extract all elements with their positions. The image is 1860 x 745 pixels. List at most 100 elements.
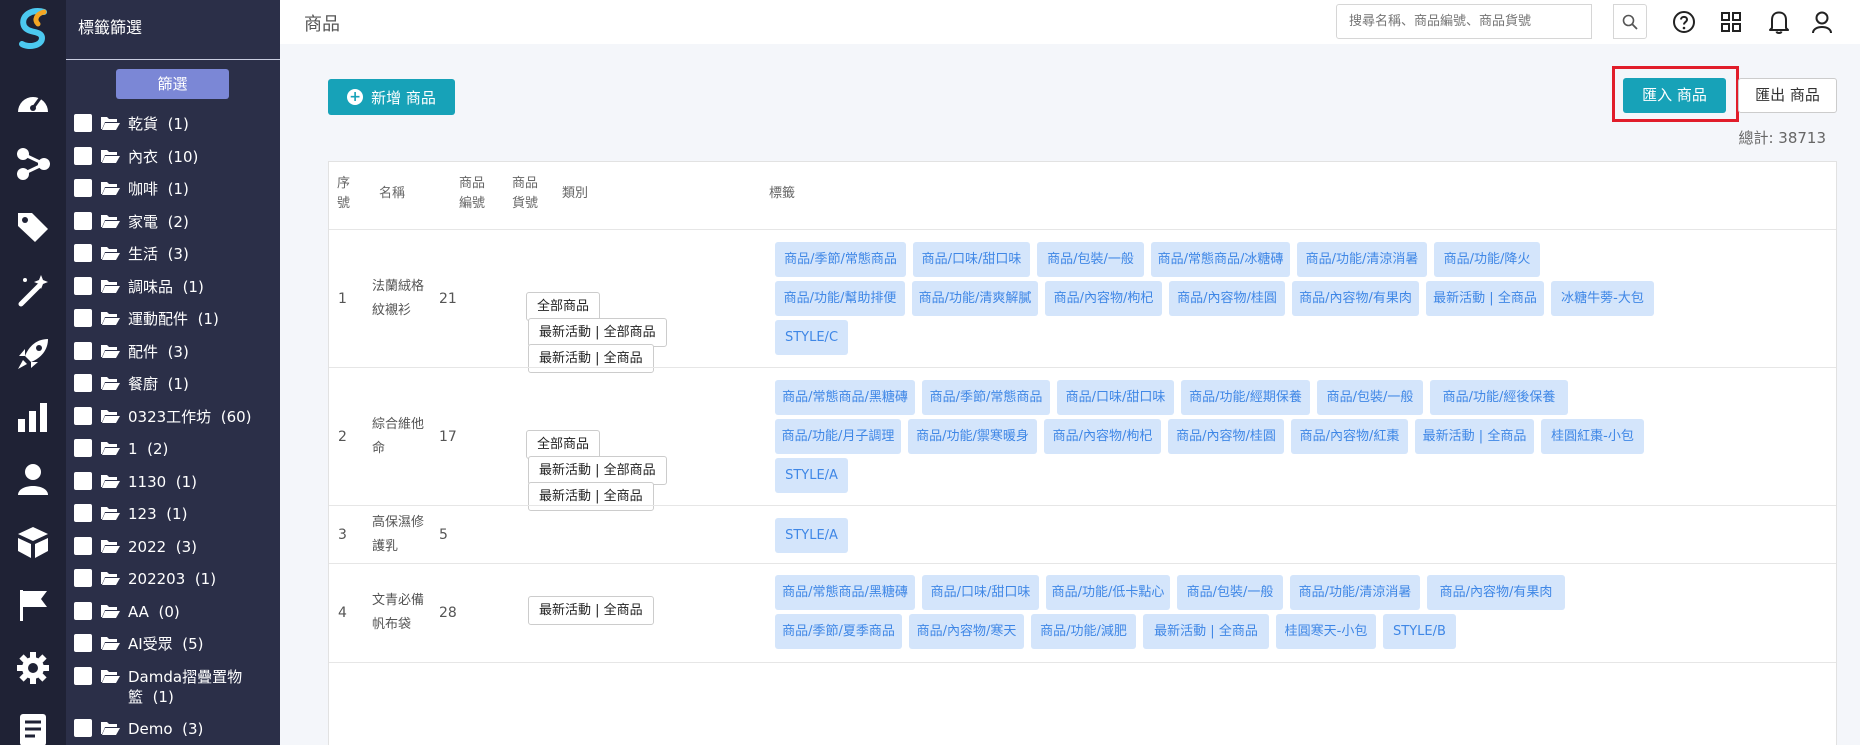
folder-open-icon — [101, 377, 120, 390]
tag-icon[interactable] — [9, 203, 57, 251]
category-badge: 最新活動 | 全商品 — [528, 344, 654, 373]
folder-open-icon — [101, 572, 120, 585]
tag-label: 運動配件 — [128, 310, 189, 328]
tag-filter-item[interactable]: 1 (2) — [66, 433, 280, 466]
tag-checkbox[interactable] — [74, 374, 92, 392]
document-icon[interactable] — [9, 704, 57, 745]
tag-filter-item[interactable]: 0323工作坊 (60) — [66, 401, 280, 434]
tag-chip: STYLE/A — [775, 458, 848, 493]
folder-open-icon — [101, 669, 120, 683]
tag-count: (3) — [167, 342, 189, 361]
tag-chip: 最新活動 | 全商品 — [1143, 614, 1269, 649]
tag-checkbox[interactable] — [74, 309, 92, 327]
tag-chip: STYLE/A — [775, 518, 848, 553]
tag-checkbox[interactable] — [74, 504, 92, 522]
export-product-button[interactable]: 匯出 商品 — [1738, 78, 1837, 113]
tag-filter-item[interactable]: 咖啡 (1) — [66, 173, 280, 206]
tag-name: 調味品 (1) — [128, 277, 204, 297]
search-button[interactable] — [1613, 4, 1647, 39]
tag-checkbox[interactable] — [74, 211, 92, 230]
tag-checkbox[interactable] — [74, 341, 92, 360]
box-icon[interactable] — [9, 518, 57, 566]
tag-count: (3) — [175, 537, 197, 556]
add-product-button[interactable]: + 新增 商品 — [328, 79, 455, 115]
tag-filter-item[interactable]: 生活 (3) — [66, 238, 280, 271]
tag-filter-item[interactable]: 202203 (1) — [66, 563, 280, 596]
bar-chart-icon[interactable] — [9, 393, 57, 441]
tag-checkbox[interactable] — [74, 601, 92, 620]
tag-name: AI受眾 (5) — [128, 634, 203, 654]
tag-filter-item[interactable]: 內衣 (10) — [66, 141, 280, 174]
tag-filter-item[interactable]: 1130 (1) — [66, 466, 280, 499]
apps-grid-icon[interactable] — [1718, 9, 1744, 35]
row-seq: 3 — [338, 526, 347, 543]
tag-checkbox[interactable] — [74, 244, 92, 262]
tag-filter-item[interactable]: AI受眾 (5) — [66, 628, 280, 661]
tag-filter-item[interactable]: 運動配件 (1) — [66, 303, 280, 336]
magic-wand-icon[interactable] — [9, 266, 57, 314]
tag-chip: 商品/常態商品/黑糖磚 — [775, 575, 915, 610]
tag-filter-item[interactable]: 123 (1) — [66, 498, 280, 531]
search-input[interactable] — [1336, 4, 1592, 39]
tag-checkbox[interactable] — [74, 439, 92, 457]
tag-chip: 商品/功能/經後保養 — [1430, 380, 1568, 415]
speedometer-icon[interactable] — [9, 77, 57, 125]
tag-name: 1130 (1) — [128, 472, 197, 492]
tag-filter-item[interactable]: 家電 (2) — [66, 206, 280, 239]
tag-checkbox[interactable] — [74, 569, 92, 587]
product-code: 21 — [439, 290, 457, 307]
tag-filter-item[interactable]: 乾貨 (1) — [66, 108, 280, 141]
account-icon[interactable] — [1809, 9, 1835, 35]
tag-label: 生活 — [128, 245, 159, 263]
tag-label: 調味品 — [128, 277, 174, 296]
total-count: 總計: 38713 — [1738, 129, 1826, 147]
tag-name: 0323工作坊 (60) — [128, 407, 252, 427]
product-code: 5 — [439, 526, 448, 543]
tag-checkbox[interactable] — [74, 634, 92, 652]
tag-name: 202203 (1) — [128, 569, 216, 589]
product-name-line: 命 — [372, 440, 386, 456]
tag-filter-item[interactable]: Demo (3) — [66, 713, 280, 745]
product-code: 28 — [439, 605, 457, 621]
tag-label: Demo — [128, 719, 173, 738]
tag-checkbox[interactable] — [74, 718, 92, 737]
tag-chip: 商品/功能/月子調理 — [775, 419, 901, 454]
tag-filter-item[interactable]: Damda摺疊置物籃 (1) — [66, 661, 280, 713]
tag-label: 1 — [128, 440, 138, 458]
help-icon[interactable] — [1671, 9, 1697, 35]
tag-filter-item[interactable]: 餐廚 (1) — [66, 368, 280, 401]
folder-open-icon — [101, 539, 120, 553]
tag-filter-item[interactable]: 調味品 (1) — [66, 271, 280, 304]
tag-name: 1 (2) — [128, 439, 168, 459]
tag-checkbox[interactable] — [74, 406, 92, 425]
gear-icon[interactable] — [9, 644, 57, 692]
user-icon[interactable] — [9, 455, 57, 503]
filter-button[interactable]: 篩選 — [116, 69, 229, 99]
tag-filter-item[interactable]: AA (0) — [66, 596, 280, 629]
tag-checkbox[interactable] — [74, 536, 92, 555]
tag-checkbox[interactable] — [74, 276, 92, 295]
tag-checkbox[interactable] — [74, 146, 92, 165]
tag-chip: 商品/內容物/紅棗 — [1291, 419, 1408, 454]
tag-chip: 桂圓紅棗-小包 — [1541, 419, 1644, 454]
tag-checkbox[interactable] — [74, 471, 92, 490]
tag-name: 乾貨 (1) — [128, 114, 189, 134]
tag-filter-item[interactable]: 配件 (3) — [66, 336, 280, 369]
share-icon[interactable] — [9, 140, 57, 188]
tag-name: 內衣 (10) — [128, 147, 198, 167]
app-logo-icon[interactable] — [14, 6, 52, 50]
tag-label: 202203 — [128, 570, 186, 588]
category-badge: 最新活動 | 全商品 — [528, 482, 654, 511]
tag-filter-item[interactable]: 2022 (3) — [66, 531, 280, 564]
rocket-icon[interactable] — [9, 330, 57, 378]
import-product-button[interactable]: 匯入 商品 — [1623, 78, 1726, 113]
tag-chip: 商品/季節/常態商品 — [775, 242, 906, 277]
bell-icon[interactable] — [1766, 9, 1792, 35]
tag-chip: 冰糖牛蒡-大包 — [1551, 281, 1654, 316]
tag-checkbox[interactable] — [74, 114, 92, 132]
tag-checkbox[interactable] — [74, 179, 92, 197]
tag-chip: 商品/常態商品/冰糖磚 — [1151, 242, 1290, 277]
tag-checkbox[interactable] — [74, 666, 92, 685]
flag-icon[interactable] — [9, 581, 57, 629]
tag-chip: 商品/季節/夏季商品 — [775, 614, 902, 649]
